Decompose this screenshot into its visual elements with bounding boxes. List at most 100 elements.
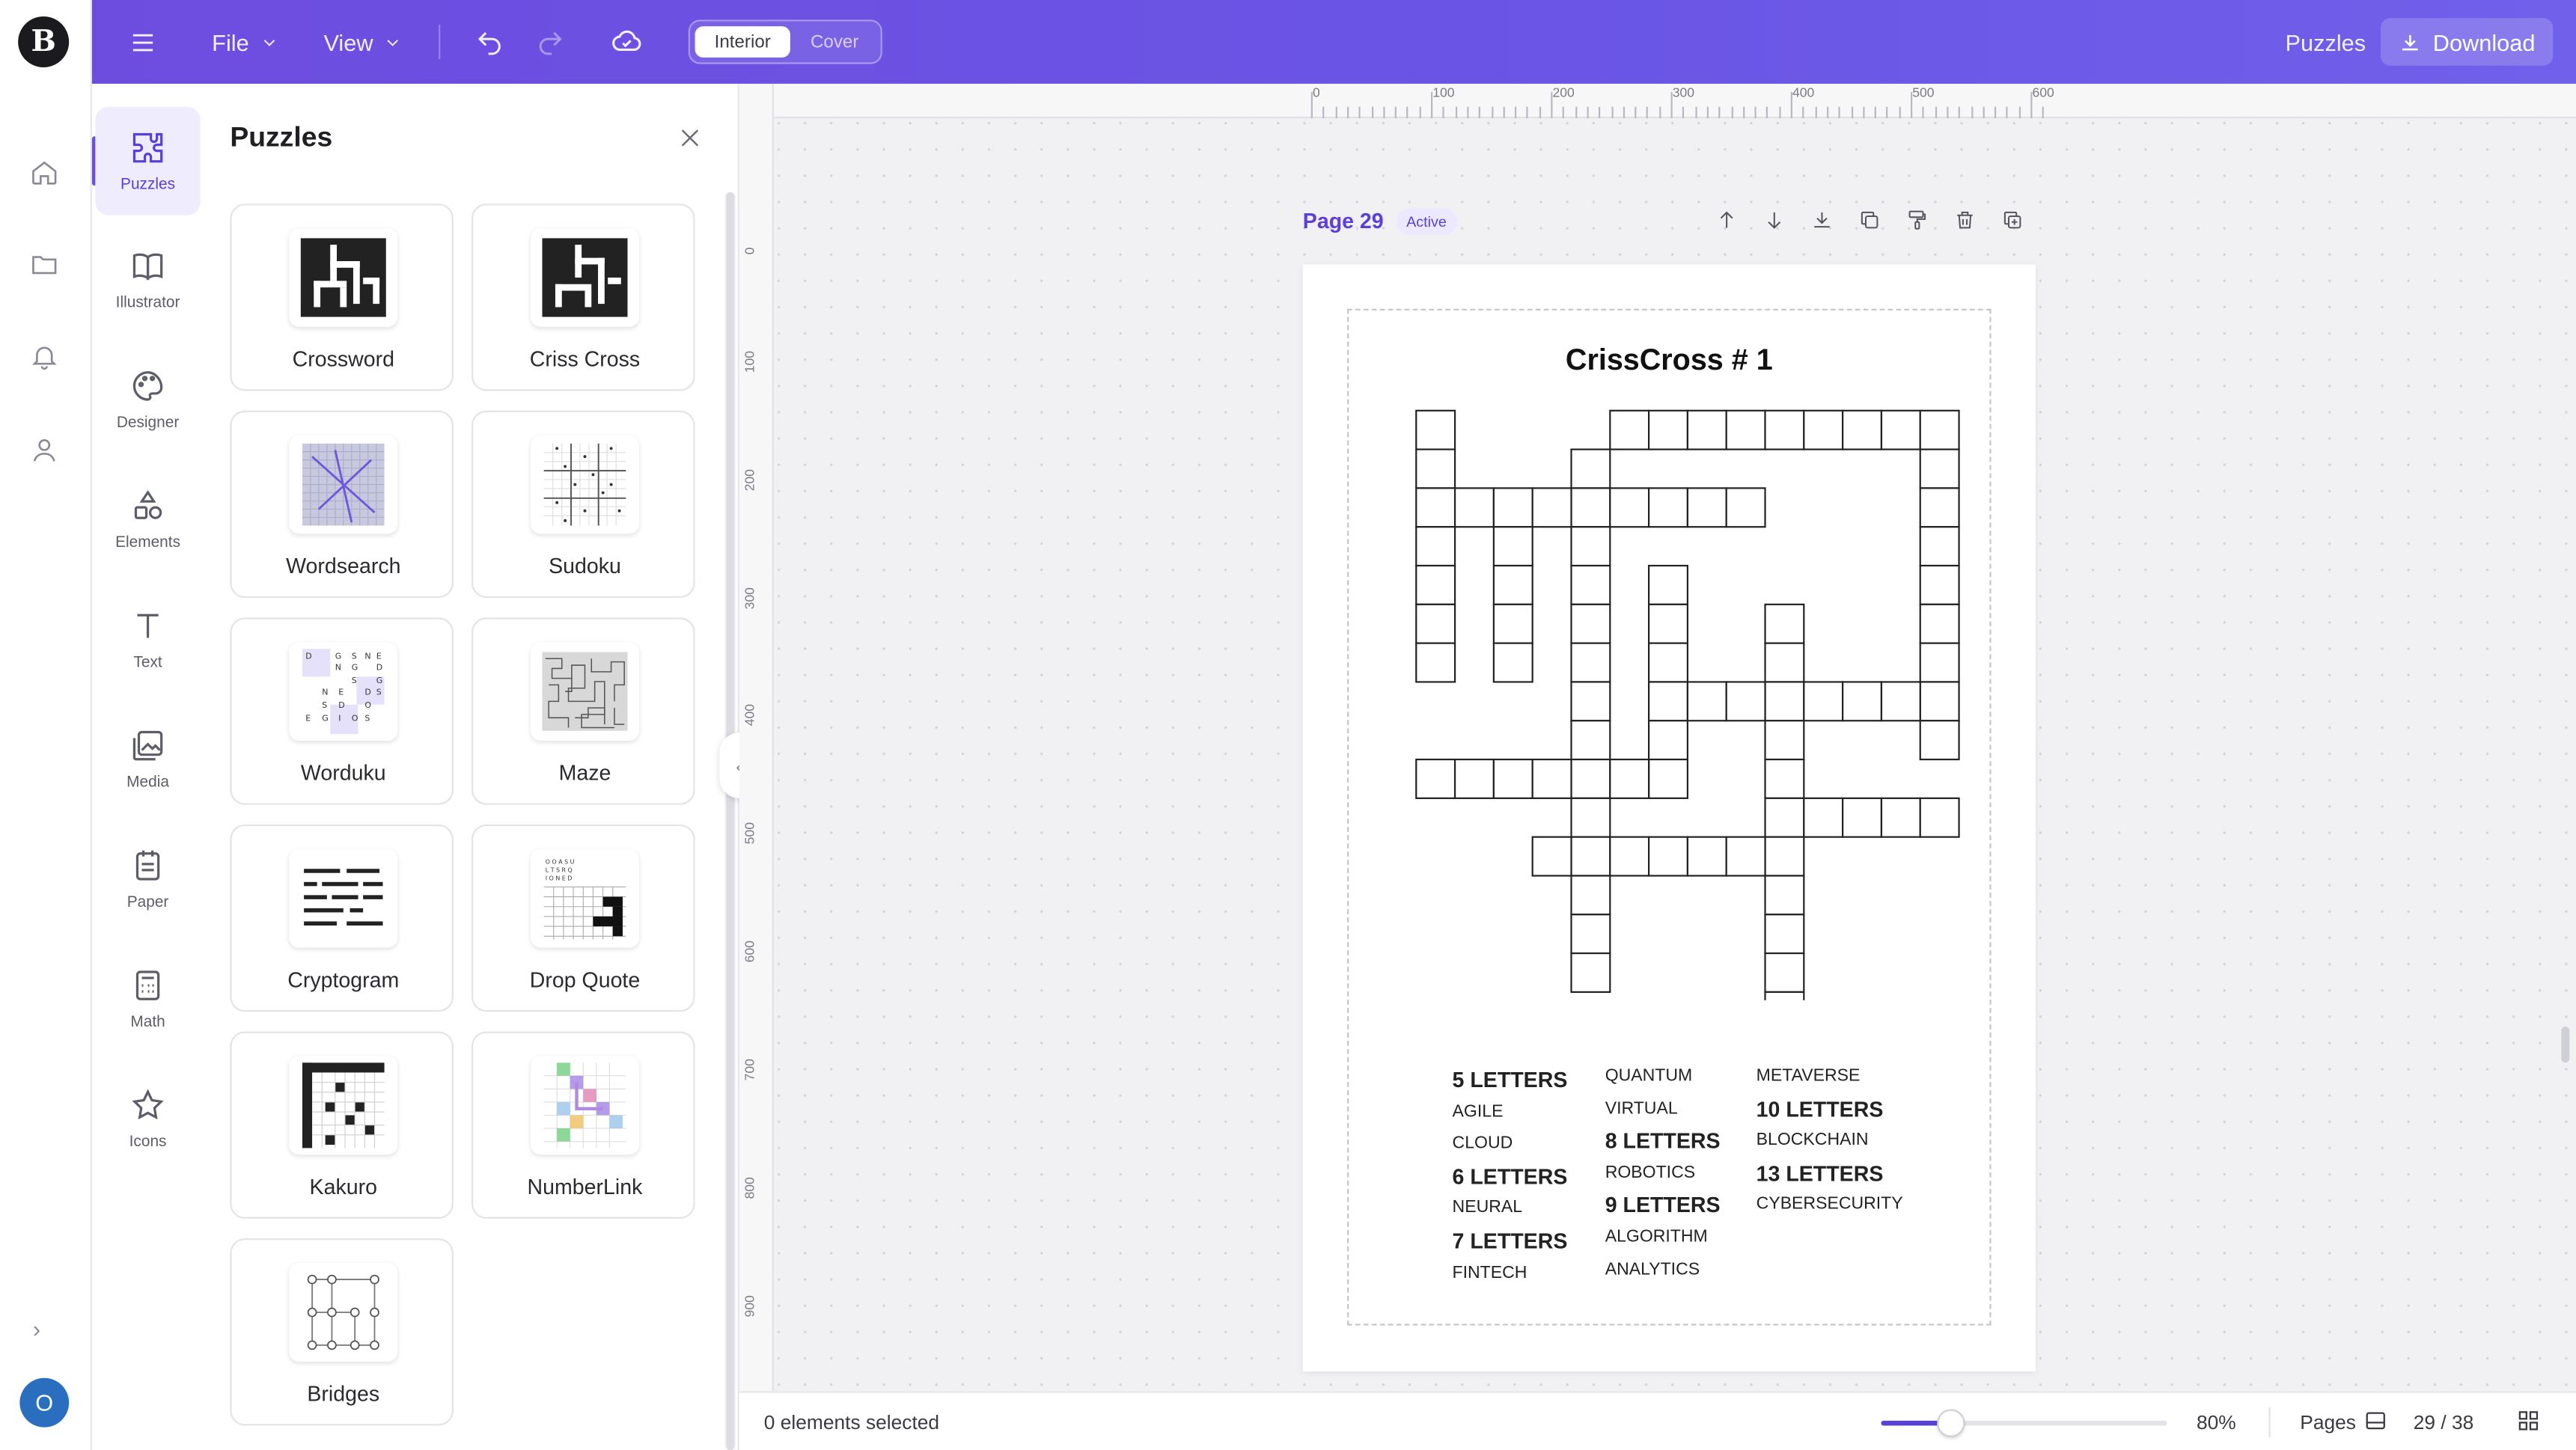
puzzle-card-drop-quote[interactable]: O O A S UL T S R QI O N E D Drop Quote [471,824,695,1012]
download-button[interactable]: Download [2380,18,2554,66]
puzzle-title[interactable]: CrissCross # 1 [1303,343,2036,378]
puzzle-card-crossword[interactable]: Crossword [230,204,454,391]
format-painter-icon[interactable] [1905,209,1932,235]
grid-cell [1686,409,1727,450]
tool-paper[interactable]: Paper [95,825,200,933]
shapes-icon [134,489,162,518]
grid-cell [1453,758,1495,799]
move-page-up-icon[interactable] [1715,209,1742,235]
maze-thumbnail [531,642,639,741]
grid-cell [1764,681,1805,722]
crisscross-grid[interactable] [1414,409,1963,1000]
kakuro-thumbnail [289,1056,398,1155]
tool-elements[interactable]: Elements [95,465,200,573]
delete-page-icon[interactable] [1953,209,1980,235]
puzzles-link[interactable]: Puzzles [2286,0,2366,84]
zoom-slider-handle[interactable] [1936,1409,1965,1437]
ruler-tick [1911,91,1913,119]
puzzle-card-sudoku[interactable]: Sudoku [471,410,695,599]
design-canvas[interactable]: 0 100 200 300 400 500 600 0 100 200 300 400 500 600 7… [739,83,2576,1392]
grid-view-icon[interactable] [2517,1409,2540,1432]
add-page-icon[interactable] [2001,209,2027,235]
pages-panel-icon[interactable] [2364,1409,2387,1432]
svg-text:S: S [352,676,357,685]
ruler-tick [1850,106,1853,119]
grid-cell [1648,836,1689,877]
svg-text:N: N [322,688,328,697]
puzzle-card-numberlink[interactable]: NumberLink [471,1031,695,1219]
ruler-tick [1742,106,1745,119]
chevron-right-icon[interactable]: › [33,1315,56,1342]
ruler-tick [1431,91,1433,119]
tool-media[interactable]: Media [95,705,200,813]
grid-cell [1570,681,1611,722]
word-list-item: VIRTUAL [1605,1098,1678,1119]
grid-cell [1764,603,1805,644]
ruler-label: 100 [1432,85,1455,100]
tool-designer[interactable]: Designer [95,345,200,453]
grid-cell [1919,681,1960,722]
close-icon[interactable] [677,125,703,151]
panel-scrollbar[interactable] [724,192,736,1450]
view-menu[interactable]: View [323,0,403,84]
zoom-slider[interactable] [1881,1409,2167,1437]
tool-math[interactable]: Math [95,944,200,1053]
puzzle-card-cryptogram[interactable]: Cryptogram [230,824,454,1012]
ruler-tick [2006,106,2009,119]
page-sheet[interactable]: CrissCross # 1 5 LETTERS AGILE CLOUD 6 LETT… [1302,264,2036,1371]
grid-cell [1570,720,1611,761]
download-page-icon[interactable] [1810,209,1837,235]
notepad-icon [135,849,160,880]
user-icon[interactable] [28,434,61,467]
ruler-label: 400 [1792,85,1815,100]
ruler-label: 800 [742,1177,757,1199]
card-label: Maze [558,760,611,786]
puzzle-card-kakuro[interactable]: Kakuro [230,1031,454,1219]
tool-label: Text [133,652,162,671]
home-icon[interactable] [28,156,61,189]
puzzle-card-wordsearch[interactable]: Wordsearch [230,410,454,599]
word-list-column-3: METAVERSE 10 LETTERS BLOCKCHAIN 13 LETTERS C… [1756,1061,1903,1222]
folder-icon[interactable] [28,248,61,281]
tool-illustrator[interactable]: Illustrator [95,225,200,334]
grid-cell [1570,487,1611,528]
bell-icon[interactable] [28,340,61,373]
svg-text:O: O [364,700,371,710]
word-list-item: FINTECH [1452,1262,1527,1282]
app-logo[interactable]: B [18,16,70,68]
file-menu[interactable]: File [212,0,278,84]
cloud-sync-icon[interactable] [611,0,643,84]
duplicate-page-icon[interactable] [1858,209,1884,235]
cover-tab[interactable]: Cover [792,26,877,58]
ruler-tick [1766,106,1768,119]
ruler-tick [1826,106,1829,119]
grid-cell [1415,409,1456,450]
tool-text[interactable]: Text [95,584,200,693]
puzzle-card-bridges[interactable]: Bridges [230,1238,454,1426]
canvas-scrollbar[interactable] [2561,1027,2570,1063]
pages-toggle-label[interactable]: Pages [2300,1411,2356,1434]
tool-puzzles[interactable]: Puzzles [95,106,201,215]
avatar[interactable]: O [19,1377,70,1428]
ruler-tick [1754,106,1756,119]
scrollbar-thumb[interactable] [726,192,735,1450]
word-list-item: AGILE [1452,1101,1504,1122]
ruler-tick [1334,106,1337,119]
interior-tab[interactable]: Interior [695,26,790,58]
word-list-item: ROBOTICS [1605,1162,1696,1183]
word-length-heading: 8 LETTERS [1605,1128,1721,1154]
move-page-down-icon[interactable] [1762,209,1789,235]
tool-icons[interactable]: Icons [95,1064,200,1172]
redo-icon[interactable] [536,0,566,84]
download-label: Download [2432,28,2536,55]
grid-cell [1764,642,1805,683]
grid-cell [1919,720,1960,761]
puzzle-icon [132,132,163,162]
puzzle-card-criss-cross[interactable]: Criss Cross [471,204,695,391]
puzzle-card-maze[interactable]: Maze [471,617,695,805]
menu-icon[interactable] [128,0,158,84]
word-length-heading: 10 LETTERS [1756,1096,1884,1122]
puzzle-card-worduku[interactable]: DGSNENGDSGNEDSSDOEGIOS Worduku [230,617,454,805]
undo-icon[interactable] [474,0,504,84]
text-icon [137,613,159,637]
